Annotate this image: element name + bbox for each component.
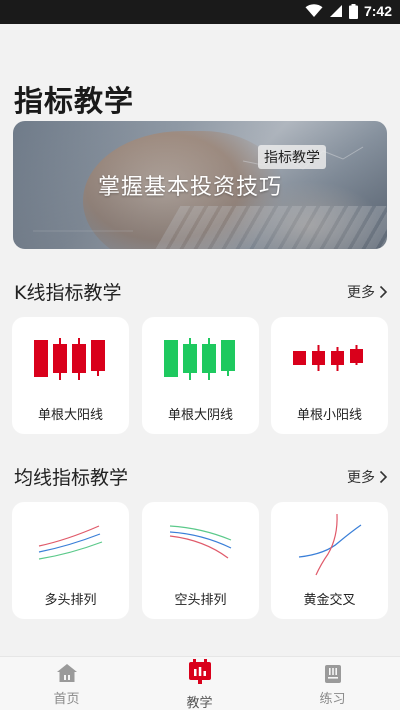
battery-icon xyxy=(348,3,358,19)
section-title-kline: K线指标教学 xyxy=(14,282,122,304)
card-label: 空头排列 xyxy=(174,593,227,608)
red-candles-icon xyxy=(34,338,105,380)
card-golden-cross[interactable]: 黄金交叉 xyxy=(271,502,388,619)
wifi-icon xyxy=(305,4,323,17)
golden-cross-icon xyxy=(298,513,362,576)
status-icons: 7:42 xyxy=(305,3,392,19)
banner-headline: 掌握基本投资技巧 xyxy=(98,175,283,200)
card-bullish-alignment[interactable]: 多头排列 xyxy=(12,502,129,619)
more-label: 更多 xyxy=(347,285,375,301)
tab-home[interactable]: 首页 xyxy=(0,657,133,710)
status-time: 7:42 xyxy=(363,3,392,19)
small-red-candles-icon xyxy=(293,345,363,371)
chevron-right-icon xyxy=(379,285,388,299)
page-title: 指标教学 xyxy=(14,84,135,118)
status-bar: 7:42 xyxy=(0,0,400,24)
card-label: 单根大阴线 xyxy=(167,408,233,423)
signal-icon xyxy=(329,5,342,17)
chart-board-icon xyxy=(188,659,211,684)
tab-label: 练习 xyxy=(319,692,346,707)
more-label: 更多 xyxy=(347,470,375,486)
card-big-yang-line[interactable]: 单根大阳线 xyxy=(12,317,129,434)
banner[interactable]: 指标教学 掌握基本投资技巧 xyxy=(13,121,387,249)
more-link-kline[interactable]: 更多 xyxy=(347,282,388,302)
rising-lines-icon xyxy=(38,525,103,560)
card-label: 黄金交叉 xyxy=(303,593,356,608)
tab-teaching[interactable]: 教学 xyxy=(133,657,266,710)
chevron-right-icon xyxy=(379,470,388,484)
more-link-ma[interactable]: 更多 xyxy=(347,467,388,487)
bottom-tab-bar: 首页 教学 练习 xyxy=(0,656,400,710)
card-bearish-alignment[interactable]: 空头排列 xyxy=(142,502,259,619)
falling-lines-icon xyxy=(169,525,232,559)
card-big-yin-line[interactable]: 单根大阴线 xyxy=(142,317,259,434)
notebook-icon xyxy=(324,665,341,683)
card-small-yang-line[interactable]: 单根小阳线 xyxy=(271,317,388,434)
card-label: 单根大阳线 xyxy=(37,408,103,423)
tab-practice[interactable]: 练习 xyxy=(266,657,399,710)
home-icon xyxy=(56,664,77,682)
banner-tag: 指标教学 xyxy=(258,145,326,169)
card-label: 多头排列 xyxy=(44,593,97,608)
tab-label: 首页 xyxy=(53,692,80,707)
section-title-ma: 均线指标教学 xyxy=(14,467,129,489)
green-candles-icon xyxy=(164,338,235,380)
tab-label-active: 教学 xyxy=(186,696,213,710)
card-label: 单根小阳线 xyxy=(296,408,362,423)
